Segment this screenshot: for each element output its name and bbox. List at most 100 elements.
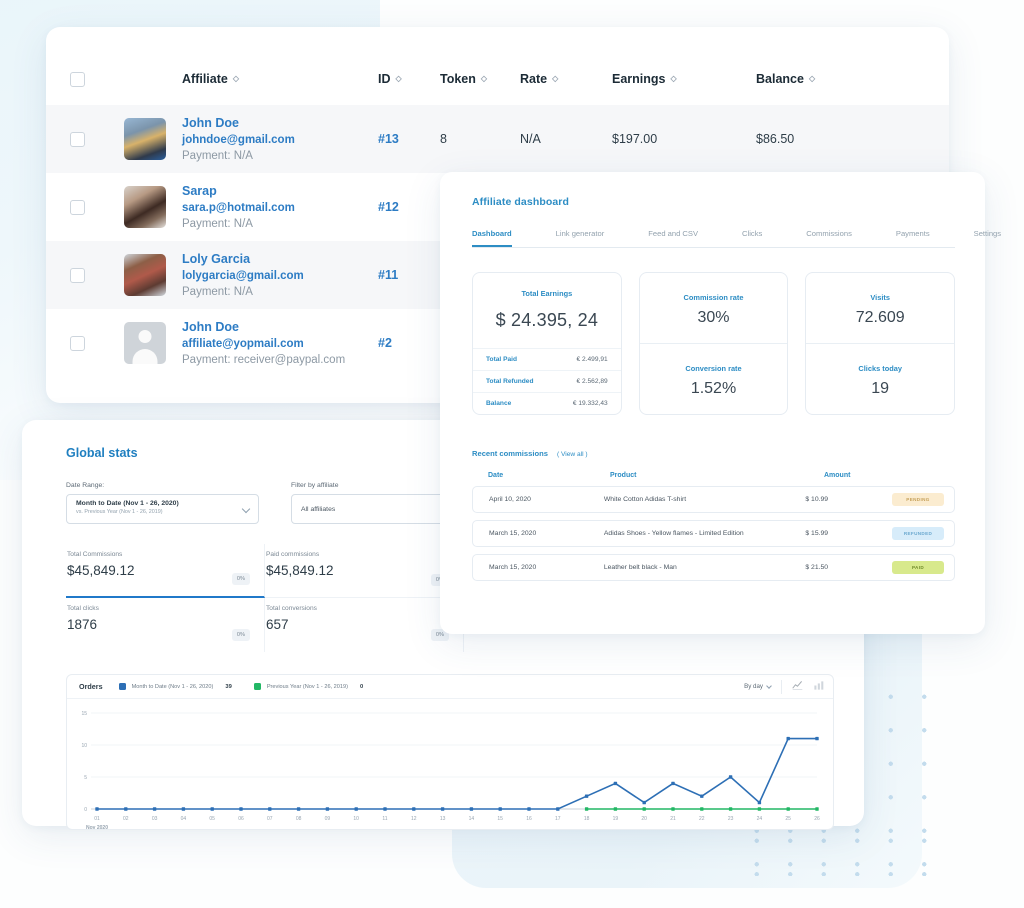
- affiliate-id[interactable]: #13: [378, 132, 440, 146]
- column-header-affiliate[interactable]: Affiliate ◇: [182, 72, 378, 86]
- svg-text:19: 19: [613, 816, 619, 822]
- tab-feed-and-csv[interactable]: Feed and CSV: [648, 229, 698, 247]
- row-checkbox[interactable]: [70, 336, 85, 351]
- svg-text:15: 15: [497, 816, 503, 822]
- row-checkbox-cell[interactable]: [46, 336, 108, 351]
- granularity-value: By day: [744, 683, 763, 690]
- affiliate-payment: Payment: N/A: [182, 218, 378, 230]
- conversion-rate-section: Conversion rate 1.52%: [640, 343, 788, 414]
- status-badge: PAID: [892, 561, 944, 574]
- tab-link-generator[interactable]: Link generator: [556, 229, 605, 247]
- select-all-checkbox-cell[interactable]: [46, 72, 108, 87]
- affiliate-identity-cell: John Doe johndoe@gmail.com Payment: N/A: [182, 116, 378, 162]
- svg-text:08: 08: [296, 816, 302, 822]
- view-all-link[interactable]: ( View all ): [557, 451, 588, 458]
- sort-icon[interactable]: ◇: [481, 75, 486, 83]
- chevron-down-icon[interactable]: [766, 683, 772, 689]
- sort-icon[interactable]: ◇: [671, 75, 676, 83]
- legend-item-current[interactable]: Month to Date (Nov 1 - 26, 2020) 39: [119, 683, 232, 690]
- affiliate-name[interactable]: John Doe: [182, 320, 378, 334]
- affiliate-id[interactable]: #12: [378, 200, 440, 214]
- commission-row[interactable]: March 15, 2020 Adidas Shoes - Yellow fla…: [472, 520, 955, 547]
- tab-dashboard[interactable]: Dashboard: [472, 229, 512, 247]
- column-header-token[interactable]: Token ◇: [440, 72, 520, 86]
- bar-chart-icon[interactable]: [813, 678, 824, 696]
- column-header-id[interactable]: ID ◇: [378, 72, 440, 86]
- svg-text:16: 16: [526, 816, 532, 822]
- affiliates-table-header: Affiliate ◇ ID ◇ Token ◇ Rate ◇: [46, 53, 949, 105]
- status-badge: REFUNDED: [892, 527, 944, 540]
- tab-commissions[interactable]: Commissions: [806, 229, 852, 247]
- date-range-select[interactable]: Month to Date (Nov 1 - 26, 2020) vs. Pre…: [66, 494, 259, 524]
- select-all-checkbox[interactable]: [70, 72, 85, 87]
- status-badge: PENDING: [892, 493, 944, 506]
- clicks-today-value: 19: [871, 380, 889, 398]
- tab-clicks[interactable]: Clicks: [742, 229, 762, 247]
- sort-icon[interactable]: ◇: [396, 75, 401, 83]
- svg-text:09: 09: [325, 816, 331, 822]
- breakdown-value: € 2.562,89: [577, 378, 608, 385]
- kpi-paid-commissions[interactable]: Paid commissions $45,849.12 0%: [265, 544, 464, 598]
- breakdown-label: Total Paid: [486, 356, 517, 363]
- svg-text:04: 04: [181, 816, 187, 822]
- row-checkbox[interactable]: [70, 200, 85, 215]
- commission-status-cell: REFUNDED: [892, 527, 944, 540]
- row-checkbox[interactable]: [70, 132, 85, 147]
- row-checkbox[interactable]: [70, 268, 85, 283]
- total-earnings-caption: Total Earnings: [483, 289, 611, 298]
- affiliate-email[interactable]: lolygarcia@gmail.com: [182, 270, 378, 282]
- legend-swatch-current: [119, 683, 126, 690]
- row-checkbox-cell[interactable]: [46, 200, 108, 215]
- commission-row[interactable]: March 15, 2020 Leather belt black - Man …: [472, 554, 955, 581]
- kpi-value: 657: [266, 617, 451, 632]
- affiliate-name[interactable]: John Doe: [182, 116, 378, 130]
- kpi-value: $45,849.12: [67, 563, 252, 578]
- sort-icon[interactable]: ◇: [233, 75, 238, 83]
- commission-row[interactable]: April 10, 2020 White Cotton Adidas T-shi…: [472, 486, 955, 513]
- kpi-label: Paid commissions: [266, 551, 451, 558]
- svg-text:06: 06: [238, 816, 244, 822]
- kpi-total-clicks[interactable]: Total clicks 1876 0%: [66, 598, 265, 652]
- line-chart-icon[interactable]: [792, 678, 803, 696]
- tab-settings[interactable]: Settings: [974, 229, 1001, 247]
- commission-product: Adidas Shoes - Yellow flames - Limited E…: [604, 530, 806, 537]
- sort-icon[interactable]: ◇: [809, 75, 814, 83]
- avatar: [124, 186, 166, 228]
- affiliate-email[interactable]: johndoe@gmail.com: [182, 134, 378, 146]
- table-row[interactable]: John Doe johndoe@gmail.com Payment: N/A …: [46, 105, 949, 173]
- row-checkbox-cell[interactable]: [46, 268, 108, 283]
- total-earnings-top: Total Earnings $ 24.395, 24: [473, 273, 621, 331]
- affiliate-identity-cell: Sarap sara.p@hotmail.com Payment: N/A: [182, 184, 378, 230]
- column-header-rate[interactable]: Rate ◇: [520, 72, 612, 86]
- row-checkbox-cell[interactable]: [46, 132, 108, 147]
- affiliate-id[interactable]: #11: [378, 268, 440, 282]
- svg-text:Nov 2020: Nov 2020: [86, 825, 108, 829]
- chevron-down-icon[interactable]: [242, 505, 250, 513]
- affiliate-email[interactable]: sara.p@hotmail.com: [182, 202, 378, 214]
- granularity-select[interactable]: By day: [744, 683, 771, 690]
- svg-text:25: 25: [785, 816, 791, 822]
- affiliate-dashboard-card: Affiliate dashboard Dashboard Link gener…: [440, 172, 985, 634]
- affiliate-email[interactable]: affiliate@yopmail.com: [182, 338, 378, 350]
- avatar-cell: [108, 254, 182, 296]
- column-header-balance[interactable]: Balance ◇: [756, 72, 906, 86]
- legend-count-current: 39: [225, 684, 231, 690]
- svg-text:18: 18: [584, 816, 590, 822]
- date-range-value: Month to Date (Nov 1 - 26, 2020): [76, 500, 236, 507]
- breakdown-label: Total Refunded: [486, 378, 534, 385]
- affiliate-id[interactable]: #2: [378, 336, 440, 350]
- affiliate-name[interactable]: Loly Garcia: [182, 252, 378, 266]
- visits-section: Visits 72.609: [806, 273, 954, 343]
- recent-commissions-columns: Date Product Amount: [472, 472, 955, 479]
- svg-text:13: 13: [440, 816, 446, 822]
- commission-amount: $ 21.50: [805, 564, 892, 571]
- kpi-total-commissions[interactable]: Total Commissions $45,849.12 0%: [66, 544, 265, 598]
- chart-title: Orders: [79, 682, 103, 691]
- sort-icon[interactable]: ◇: [552, 75, 557, 83]
- column-header-earnings[interactable]: Earnings ◇: [612, 72, 756, 86]
- affiliate-name[interactable]: Sarap: [182, 184, 378, 198]
- svg-text:03: 03: [152, 816, 158, 822]
- legend-item-previous[interactable]: Previous Year (Nov 1 - 26, 2019) 0: [254, 683, 363, 690]
- kpi-total-conversions[interactable]: Total conversions 657 0%: [265, 598, 464, 652]
- tab-payments[interactable]: Payments: [896, 229, 930, 247]
